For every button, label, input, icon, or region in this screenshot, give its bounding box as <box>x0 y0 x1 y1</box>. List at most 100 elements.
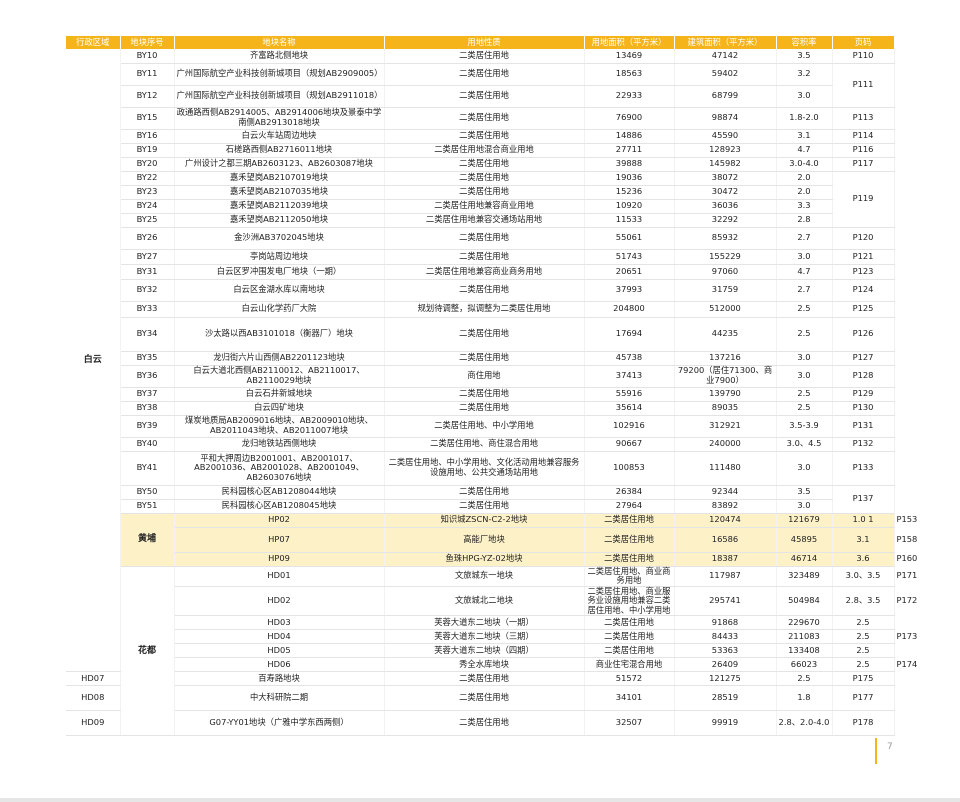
table-row: BY34 沙太路以西AB3101018（衡器厂）地块 二类居住用地 17694 4423… <box>66 317 895 352</box>
table-row: BY35 龙归街六片山西侧AB2201123地块 二类居住用地 45738 137216… <box>66 351 895 366</box>
land-area-cell: 16586 <box>674 527 777 553</box>
parcel-name-cell: 齐富路北侧地块 <box>174 49 385 64</box>
parcel-code-cell: BY19 <box>120 143 175 158</box>
floor-area-cell: 45590 <box>674 129 777 144</box>
land-area-cell: 10920 <box>584 199 675 214</box>
table-row: HD06 秀全水库地块 商业住宅混合用地 26409 66023 2.5 P174 <box>66 657 917 673</box>
table-row: BY37 白云石井新城地块 二类居住用地 55916 139790 2.5 P129 <box>66 387 895 402</box>
parcel-code-cell: HP09 <box>174 552 385 567</box>
parcel-name-cell: 秀全水库地块 <box>384 657 585 673</box>
page-ref-cell: P132 <box>832 437 895 452</box>
land-use-cell: 二类居住用地 <box>384 63 585 86</box>
plot-ratio-cell: 3.5 <box>776 49 833 64</box>
land-area-cell: 13469 <box>584 49 675 64</box>
land-area-cell: 51572 <box>584 671 675 687</box>
plot-ratio-cell: 2.5 <box>832 657 895 673</box>
plot-ratio-cell: 2.8、2.0-4.0 <box>776 710 833 737</box>
land-area-cell: 19036 <box>584 171 675 186</box>
plot-ratio-cell: 2.5 <box>832 629 895 645</box>
table-body: 白云 BY10 齐富路北侧地块 二类居住用地 13469 47142 3.5 P110 BY11… <box>66 49 917 737</box>
parcel-code-cell: HD07 <box>66 671 121 687</box>
parcel-name-cell: 白云山化学药厂大院 <box>174 301 385 318</box>
land-use-cell: 二类居住用地 <box>584 615 675 631</box>
parcel-code-cell: BY31 <box>120 264 175 280</box>
table-row: BY26 金沙洲AB3702045地块 二类居住用地 55061 85932 2.7 P12… <box>66 227 895 250</box>
land-use-cell: 二类居住用地 <box>384 171 585 186</box>
land-use-cell: 二类居住用地 <box>384 49 585 64</box>
land-area-cell: 53363 <box>674 643 777 659</box>
district-cell: 黄埔 <box>120 513 175 567</box>
parcel-name-cell: 白云区罗冲围发电厂地块（一期） <box>174 264 385 280</box>
plot-ratio-cell: 1.0 1 <box>832 513 895 528</box>
table-row: 花都 HD01 文旅城东一地块 二类居住用地、商业商务用地 117987 323489 3.… <box>66 566 917 737</box>
floor-area-cell: 59402 <box>674 63 777 86</box>
parcel-code-cell: BY32 <box>120 279 175 302</box>
table-row: HP07 高能厂地块 二类居住用地 16586 45895 3.1 P158 <box>66 527 917 553</box>
floor-area-cell: 79200（居住71300、商业7900） <box>674 365 777 388</box>
parcel-name-cell: 白云石井新城地块 <box>174 387 385 402</box>
land-area-cell: 26409 <box>674 657 777 673</box>
plot-ratio-cell: 3.0-4.0 <box>776 157 833 172</box>
plot-ratio-cell: 3.6 <box>832 552 895 567</box>
land-use-cell: 二类居住用地、商住混合用地 <box>384 437 585 452</box>
plot-ratio-cell: 3.0 <box>776 365 833 388</box>
page-ref-cell: P131 <box>832 415 895 438</box>
parcel-name-cell: 文旅城东一地块 <box>384 566 585 587</box>
land-area-cell: 45738 <box>584 351 675 366</box>
plot-ratio-cell: 3.0 <box>776 351 833 366</box>
land-area-cell: 37993 <box>584 279 675 302</box>
page-ref-cell: P130 <box>832 401 895 416</box>
table-row: BY24 嘉禾望岗AB2112039地块 二类居住用地兼容商业用地 10920 3603… <box>66 199 894 214</box>
parcel-name-cell: 芙蓉大道东二地块（四期） <box>384 643 585 659</box>
land-use-cell: 二类居住用地 <box>584 513 675 528</box>
parcel-name-cell: 白云四矿地块 <box>174 401 385 416</box>
parcel-code-cell: BY16 <box>120 129 175 144</box>
page-ref-cell: P113 <box>832 107 895 130</box>
land-area-cell: 34101 <box>584 685 675 712</box>
table-row: BY39 煤炭地质局AB2009016地块、AB2009010地块、AB20110… <box>66 415 895 438</box>
district-cell: 白云 <box>66 49 121 673</box>
parcel-name-cell: 中大科研院二期 <box>174 685 385 712</box>
parcel-name-cell: 鱼珠HPG-YZ-02地块 <box>384 552 585 567</box>
floor-area-cell: 145982 <box>674 157 777 172</box>
floor-area-cell: 68799 <box>674 85 777 108</box>
parcel-code-cell: HD09 <box>66 710 121 737</box>
parcel-code-cell: BY27 <box>120 249 175 265</box>
land-area-cell: 20651 <box>584 264 675 280</box>
parcel-name-cell: 平和大押周边B2001001、AB2001017、AB2001036、AB200… <box>174 451 385 486</box>
parcel-code-cell: HD04 <box>174 629 385 645</box>
land-use-cell: 二类居住用地 <box>384 671 585 687</box>
parcel-name-cell: G07-YY01地块（广雅中学东西两侧） <box>174 710 385 737</box>
parcel-name-cell: 金沙洲AB3702045地块 <box>174 227 385 250</box>
parcel-name-cell: 嘉禾望岗AB2112039地块 <box>174 199 385 214</box>
floor-area-cell: 44235 <box>674 317 777 352</box>
land-area-cell: 27711 <box>584 143 675 158</box>
parcel-name-cell: 嘉禾望岗AB2112050地块 <box>174 213 385 228</box>
floor-area-cell: 92344 <box>674 485 777 500</box>
parcel-name-cell: 政通路西侧AB2914005、AB2914006地块及景泰中学南侧AB29130… <box>174 107 385 130</box>
floor-area-cell: 45895 <box>776 527 833 553</box>
floor-area-cell: 155229 <box>674 249 777 265</box>
land-area-cell: 120474 <box>674 513 777 528</box>
land-area-cell: 91868 <box>674 615 777 631</box>
plot-ratio-cell: 3.0、3.5 <box>832 566 895 587</box>
table-row: HD07 百寿路地块 二类居住用地 51572 121275 2.5 P175 <box>66 671 895 687</box>
page-ref-cell: P110 <box>832 49 895 64</box>
plot-ratio-cell: 2.5 <box>776 387 833 402</box>
parcel-code-cell: BY20 <box>120 157 175 172</box>
land-area-cell: 100853 <box>584 451 675 486</box>
land-use-cell: 二类居住用地、中小学用地 <box>384 415 585 438</box>
table-row: 黄埔 HP02 知识城ZSCN-C2-2地块 二类居住用地 120474 121679 1.… <box>66 513 917 567</box>
parcel-code-cell: BY37 <box>120 387 175 402</box>
plot-ratio-cell: 3.1 <box>832 527 895 553</box>
table-row: BY36 白云大道北西侧AB2110012、AB2110017、AB2110029… <box>66 365 895 388</box>
parcel-name-cell: 嘉禾望岗AB2107019地块 <box>174 171 385 186</box>
page-ref-cell: P117 <box>832 157 895 172</box>
land-use-cell: 二类居住用地 <box>384 485 585 500</box>
parcel-name-cell: 百寿路地块 <box>174 671 385 687</box>
floor-area-cell: 98874 <box>674 107 777 130</box>
table-row: BY22 嘉禾望岗AB2107019地块 二类居住用地 19036 38072 2.0 P1… <box>66 171 895 228</box>
table-row: BY12 广州国际航空产业科技创新城项目（规划AB2911018） 二类居住用地 22… <box>66 85 894 108</box>
land-area-cell: 32507 <box>584 710 675 737</box>
page-ref-cell: P178 <box>832 710 895 737</box>
